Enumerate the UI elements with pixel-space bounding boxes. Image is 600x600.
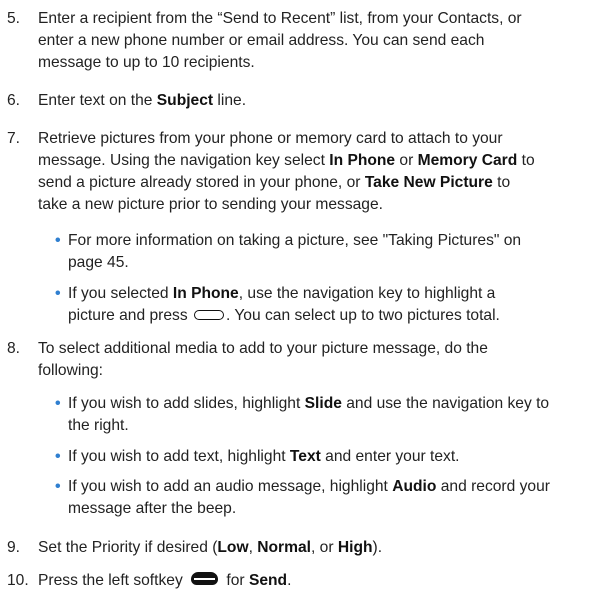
text-run: to <box>517 152 535 169</box>
text-run: send a picture already stored in your ph… <box>38 174 365 191</box>
bullet-line: If you wish to add slides, highlight Sli… <box>68 393 598 415</box>
bold-term: Low <box>217 539 249 556</box>
bold-term: Normal <box>257 539 311 556</box>
bullet-dot: • <box>55 448 61 465</box>
step-line: send a picture already stored in your ph… <box>38 172 598 194</box>
bold-term: Text <box>289 448 321 465</box>
text-run: , or <box>311 539 338 556</box>
step-number: 6. <box>7 92 21 109</box>
bullet-line: For more information on taking a picture… <box>68 232 522 249</box>
bullet-line: picture and press . You can select up to… <box>68 305 598 327</box>
step-text: To select additional media to add to you… <box>38 338 598 382</box>
text-run: Press the left softkey <box>38 572 188 589</box>
text-run: Enter text on the <box>38 92 157 109</box>
step-line: take a new picture prior to sending your… <box>38 196 383 213</box>
bold-term: Audio <box>392 478 437 495</box>
manual-page: 5. Enter a recipient from the “Send to R… <box>0 0 600 600</box>
text-run: or <box>395 152 418 169</box>
step-number: 10. <box>7 572 29 589</box>
bullet-line: If you wish to add an audio message, hig… <box>68 476 598 498</box>
bullet-line: If you wish to add text, highlight Text … <box>68 446 598 468</box>
text-run: and use the navigation key to <box>341 395 550 412</box>
bullet-line: the right. <box>68 417 129 434</box>
text-run: , use the navigation key to highlight a <box>238 285 496 302</box>
step-number: 8. <box>7 340 21 357</box>
text-run: If you wish to add text, highlight <box>68 448 290 465</box>
bullet-text: If you wish to add text, highlight Text … <box>68 446 598 468</box>
text-run: If you wish to add slides, highlight <box>68 395 305 412</box>
step-line: Enter text on the Subject line. <box>38 90 598 112</box>
text-run: Set the Priority if desired ( <box>38 539 218 556</box>
bullet-text: If you selected In Phone, use the naviga… <box>68 283 598 327</box>
text-run: and enter your text. <box>320 448 460 465</box>
bold-term: In Phone <box>172 285 239 302</box>
step-text: Enter a recipient from the “Send to Rece… <box>38 8 598 74</box>
text-run: . You can select up to two pictures tota… <box>225 307 500 324</box>
bullet-dot: • <box>55 285 61 302</box>
text-run: . <box>287 572 292 589</box>
bullet-text: If you wish to add an audio message, hig… <box>68 476 598 520</box>
step-line: following: <box>38 362 104 379</box>
bullet-dot: • <box>55 232 61 249</box>
step-line: Enter a recipient from the “Send to Rece… <box>38 10 522 27</box>
step-line: Set the Priority if desired (Low, Normal… <box>38 537 598 559</box>
text-run: ). <box>372 539 383 556</box>
step-line: message to up to 10 recipients. <box>38 54 255 71</box>
text-run: line. <box>213 92 247 109</box>
bold-term: Take New Picture <box>364 174 493 191</box>
bold-term: Memory Card <box>417 152 518 169</box>
bullet-dot: • <box>55 395 61 412</box>
step-line: Press the left softkey for Send. <box>38 570 598 592</box>
text-run: If you selected <box>68 285 173 302</box>
bold-term: Subject <box>156 92 214 109</box>
bullet-text: If you wish to add slides, highlight Sli… <box>68 393 598 437</box>
bullet-line: message after the beep. <box>68 500 237 517</box>
bullet-line: If you selected In Phone, use the naviga… <box>68 283 598 305</box>
step-text: Enter text on the Subject line. <box>38 90 598 112</box>
bold-term: Send <box>248 572 288 589</box>
step-text: Set the Priority if desired (Low, Normal… <box>38 537 598 559</box>
bold-term: Slide <box>304 395 342 412</box>
oval-outline-key-icon <box>193 309 224 320</box>
left-softkey-icon <box>191 572 219 586</box>
bullet-dot: • <box>55 478 61 495</box>
bold-term: In Phone <box>329 152 396 169</box>
bullet-text: For more information on taking a picture… <box>68 230 598 274</box>
text-run: for <box>222 572 249 589</box>
text-run: message. Using the navigation key select <box>38 152 330 169</box>
text-run: and record your <box>436 478 550 495</box>
bold-term: High <box>337 539 373 556</box>
step-number: 9. <box>7 539 21 556</box>
text-run: to <box>492 174 511 191</box>
text-run: picture and press <box>68 307 192 324</box>
text-run: If you wish to add an audio message, hig… <box>68 478 393 495</box>
step-text: Retrieve pictures from your phone or mem… <box>38 128 598 216</box>
step-line: Retrieve pictures from your phone or mem… <box>38 130 503 147</box>
step-text: Press the left softkey for Send. <box>38 570 598 592</box>
step-number: 5. <box>7 10 21 27</box>
step-line: enter a new phone number or email addres… <box>38 32 485 49</box>
text-run: , <box>248 539 258 556</box>
step-number: 7. <box>7 130 21 147</box>
bullet-line: page 45. <box>68 254 129 271</box>
step-line: To select additional media to add to you… <box>38 340 488 357</box>
step-line: message. Using the navigation key select… <box>38 150 598 172</box>
